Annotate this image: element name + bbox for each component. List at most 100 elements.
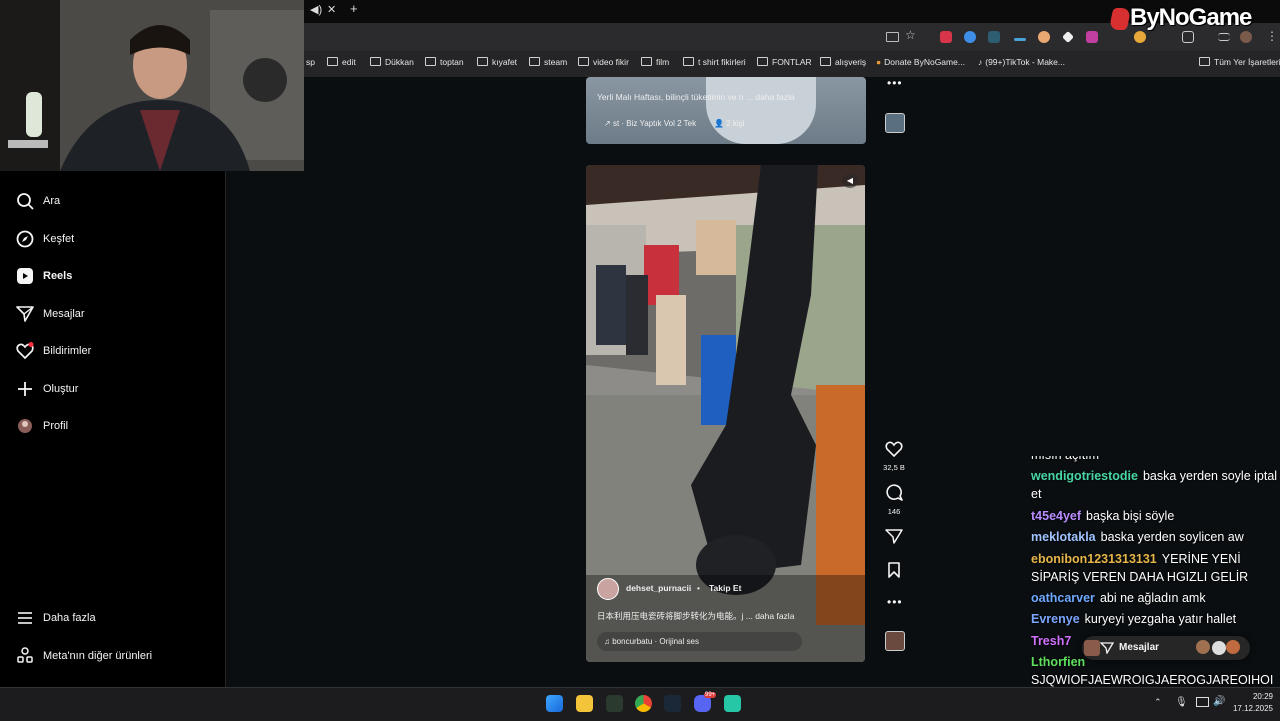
new-tab-icon[interactable]: +	[350, 1, 358, 16]
chat-message: ebonibon1231313131 YERİNE YENİ SİPARİŞ VE…	[1031, 550, 1280, 586]
chat-username: t45e4yef	[1031, 508, 1082, 523]
save-button[interactable]	[879, 562, 909, 583]
terminal-icon[interactable]	[606, 695, 623, 712]
star-icon[interactable]: ☆	[905, 28, 916, 42]
profile-avatar[interactable]	[1240, 31, 1252, 43]
speaker-icon[interactable]: ◀)	[310, 3, 322, 16]
reel-audio[interactable]: ♫ boncurbatu · Orijinal ses	[604, 637, 699, 646]
messages-pill-label: Mesajlar	[1119, 642, 1160, 653]
close-tab-icon[interactable]: ✕	[327, 3, 336, 16]
chat-message: t45e4yef başka bişi söyle	[1031, 507, 1280, 525]
sidebar-item-ara[interactable]: Ara	[16, 192, 60, 210]
sidebar-item-mesajlar[interactable]: Mesajlar	[16, 305, 85, 323]
avatar	[1196, 640, 1210, 654]
more-options-icon[interactable]: ⋮	[1266, 29, 1278, 43]
extension-icon[interactable]	[1038, 31, 1050, 43]
bookmark-icon	[888, 562, 900, 578]
steam-icon[interactable]	[664, 695, 681, 712]
reel-caption[interactable]: 日本利用压电瓷砖将脚步转化为电能。j ... daha fazla	[597, 610, 794, 622]
install-icon[interactable]	[886, 32, 899, 42]
clock-time[interactable]: 20:29	[1235, 692, 1273, 701]
webcam-overlay	[0, 0, 304, 171]
sidebar-item-reels[interactable]: Reels	[16, 267, 72, 285]
search-icon	[16, 192, 34, 210]
bookmark-folder[interactable]: kıyafet	[477, 57, 517, 67]
folder-icon	[820, 57, 831, 66]
extension-icon[interactable]	[1014, 38, 1026, 41]
share-button[interactable]	[879, 528, 909, 549]
sidebar-item-profil[interactable]: Profil	[16, 417, 68, 435]
chat-text: baska yerden soylicen aw	[1100, 530, 1244, 545]
audio-thumbnail[interactable]	[885, 631, 905, 651]
chevron-up-icon[interactable]: ⌃	[1154, 697, 1162, 708]
chat-message: meklotakla baska yerden soylicen aw	[1031, 528, 1280, 546]
file-explorer-icon[interactable]	[576, 695, 593, 712]
extensions-puzzle-icon[interactable]	[1182, 31, 1194, 43]
more-icon[interactable]: •••	[887, 595, 903, 609]
bookmark-folder[interactable]: Tüm Yer İşaretleri	[1199, 57, 1280, 67]
reel-audio[interactable]: ↗ st · Biz Yaptık Vol 2 Tek	[604, 119, 696, 128]
mute-icon[interactable]: ◀	[842, 174, 858, 188]
sidebar-item-kesfet[interactable]: Keşfet	[16, 230, 74, 248]
folder-icon	[529, 57, 540, 66]
tagged-people[interactable]: 👤 2 kişi	[714, 119, 744, 128]
sidebar-item-label: Keşfet	[43, 233, 75, 245]
bookmark-folder[interactable]: FONTLAR	[757, 57, 812, 67]
reel-author-name[interactable]: dehset_purnacii	[626, 583, 691, 593]
arrow-icon: ↗	[604, 119, 613, 128]
bookmark-item[interactable]: ♪ (99+)TikTok - Make...	[978, 57, 1065, 67]
bookmark-folder[interactable]: alışveriş	[820, 57, 866, 67]
donate-icon: ●	[876, 57, 882, 67]
extension-icon[interactable]	[964, 31, 976, 43]
reel-thumbnail	[706, 77, 816, 144]
chat-text: kuryeyi yezgaha yatır hallet	[1084, 612, 1237, 627]
sidebar-item-bildirimler[interactable]: Bildirimler	[16, 342, 91, 360]
sidebar-item-meta-products[interactable]: Meta'nın diğer ürünleri	[16, 647, 152, 665]
bookmark-folder[interactable]: edit	[327, 57, 356, 67]
chat-username: ebonibon1231313131	[1031, 551, 1157, 566]
bookmark-folder[interactable]: steam	[529, 57, 567, 67]
bookmark-folder[interactable]: t shirt fikirleri	[683, 57, 746, 67]
extension-icon[interactable]	[988, 31, 1000, 43]
like-button[interactable]: 32,5 B	[879, 441, 909, 472]
chat-message-partial: mısın açıtım	[1031, 456, 1280, 464]
bookmark-folder[interactable]: video fikir	[578, 57, 629, 67]
comment-button[interactable]: 146	[879, 484, 909, 516]
folder-icon	[477, 57, 488, 66]
chat-text: SJQWIOFJAEWROIGJAEROGJAREOIHOIAERJH	[1031, 673, 1274, 688]
bookmark-folder[interactable]: Dükkan	[370, 57, 414, 67]
reels-icon	[16, 267, 34, 285]
network-icon[interactable]	[1196, 697, 1209, 707]
windows-start-icon[interactable]	[546, 695, 563, 712]
audio-thumbnail[interactable]	[885, 113, 905, 133]
chat-username: Evrenye	[1031, 612, 1080, 627]
extension-icon[interactable]	[1086, 31, 1098, 43]
extension-icon[interactable]	[1134, 31, 1146, 43]
follow-button[interactable]: Takip Et	[709, 583, 741, 593]
more-icon[interactable]: •••	[887, 76, 903, 90]
bookmark-folder[interactable]: toptan	[425, 57, 464, 67]
folder-icon	[578, 57, 589, 66]
folder-icon	[641, 57, 652, 66]
chat-username: wendigotriestodie	[1031, 469, 1138, 484]
bookmark-folder[interactable]: film	[641, 57, 669, 67]
reel-author-avatar[interactable]	[597, 578, 619, 600]
folder-icon	[1199, 57, 1210, 66]
mic-icon[interactable]: 🎙	[1175, 697, 1188, 708]
bookmark-item[interactable]: sp	[306, 57, 315, 67]
app-icon[interactable]	[724, 695, 741, 712]
reel-card-previous[interactable]	[586, 77, 866, 144]
reel-caption[interactable]: Yerli Malı Haftası, bilinçli tüketimin v…	[597, 92, 795, 102]
notification-badge: 99+	[704, 692, 717, 698]
bookmark-item[interactable]: ● Donate ByNoGame...	[876, 57, 965, 67]
meta-icon	[16, 647, 34, 665]
extension-icon[interactable]	[940, 31, 952, 43]
bynogame-logo: ByNoGame	[1130, 4, 1252, 31]
side-panel-icon[interactable]	[1218, 33, 1230, 41]
volume-icon[interactable]: 🔊	[1213, 696, 1225, 707]
comment-icon	[886, 484, 903, 501]
sidebar-item-daha-fazla[interactable]: Daha fazla	[16, 609, 96, 627]
chrome-icon[interactable]	[635, 695, 652, 712]
sidebar-item-olustur[interactable]: Oluştur	[16, 380, 78, 398]
clock-date[interactable]: 17.12.2025	[1231, 704, 1273, 713]
